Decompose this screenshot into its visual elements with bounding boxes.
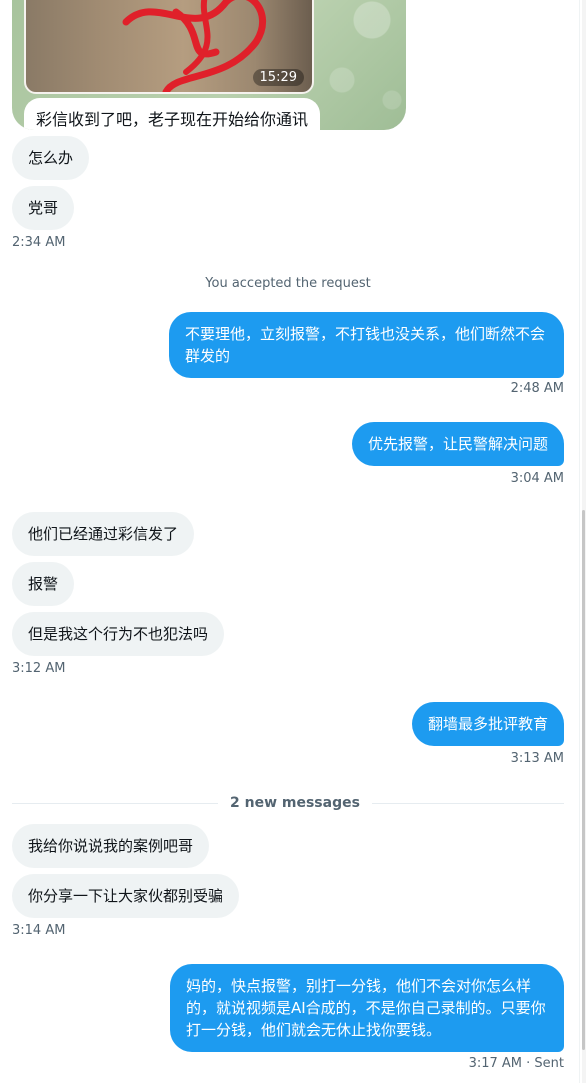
- message-timestamp: 3:14 AM: [12, 923, 66, 938]
- media-timestamp: 15:29: [252, 69, 304, 86]
- system-notice: You accepted the request: [205, 276, 371, 291]
- message-timestamp-sent: 3:17 AM · Sent: [468, 1056, 564, 1071]
- outgoing-message[interactable]: 妈的，快点报警，别打一分钱，他们不会对你怎么样的，就说视频是AI合成的，不是你自…: [170, 964, 564, 1052]
- incoming-message[interactable]: 报警: [12, 562, 75, 606]
- incoming-message[interactable]: 你分享一下让大家伙都别受骗: [12, 874, 240, 918]
- media-photo[interactable]: 15:29: [24, 0, 314, 94]
- outgoing-message[interactable]: 优先报警，让民警解决问题: [351, 422, 564, 466]
- new-messages-divider-label: 2 new messages: [218, 795, 372, 811]
- media-message-card[interactable]: 15:29 彩信收到了吧，老子现在开始给你通讯: [12, 0, 406, 130]
- panel-border: [579, 0, 580, 1083]
- scrollbar-thumb[interactable]: [582, 510, 585, 1050]
- outgoing-message[interactable]: 翻墙最多批评教育: [411, 702, 564, 746]
- message-timestamp: 2:48 AM: [510, 381, 564, 396]
- incoming-message[interactable]: 党哥: [12, 186, 75, 230]
- incoming-message[interactable]: 他们已经通过彩信发了: [12, 512, 195, 556]
- incoming-message[interactable]: 怎么办: [12, 136, 90, 180]
- message-timestamp: 3:13 AM: [510, 751, 564, 766]
- message-timestamp: 2:34 AM: [12, 235, 66, 250]
- conversation-thread[interactable]: 15:29 彩信收到了吧，老子现在开始给你通讯 怎么办 党哥 2:34 AM Y…: [0, 0, 586, 1083]
- message-timestamp: 3:12 AM: [12, 661, 66, 676]
- incoming-message[interactable]: 但是我这个行为不也犯法吗: [12, 612, 225, 656]
- media-caption: 彩信收到了吧，老子现在开始给你通讯: [24, 98, 321, 130]
- incoming-message[interactable]: 我给你说说我的案例吧哥: [12, 824, 210, 868]
- message-timestamp: 3:04 AM: [510, 471, 564, 486]
- outgoing-message[interactable]: 不要理他，立刻报警，不打钱也没关系，他们断然不会群发的: [169, 312, 564, 378]
